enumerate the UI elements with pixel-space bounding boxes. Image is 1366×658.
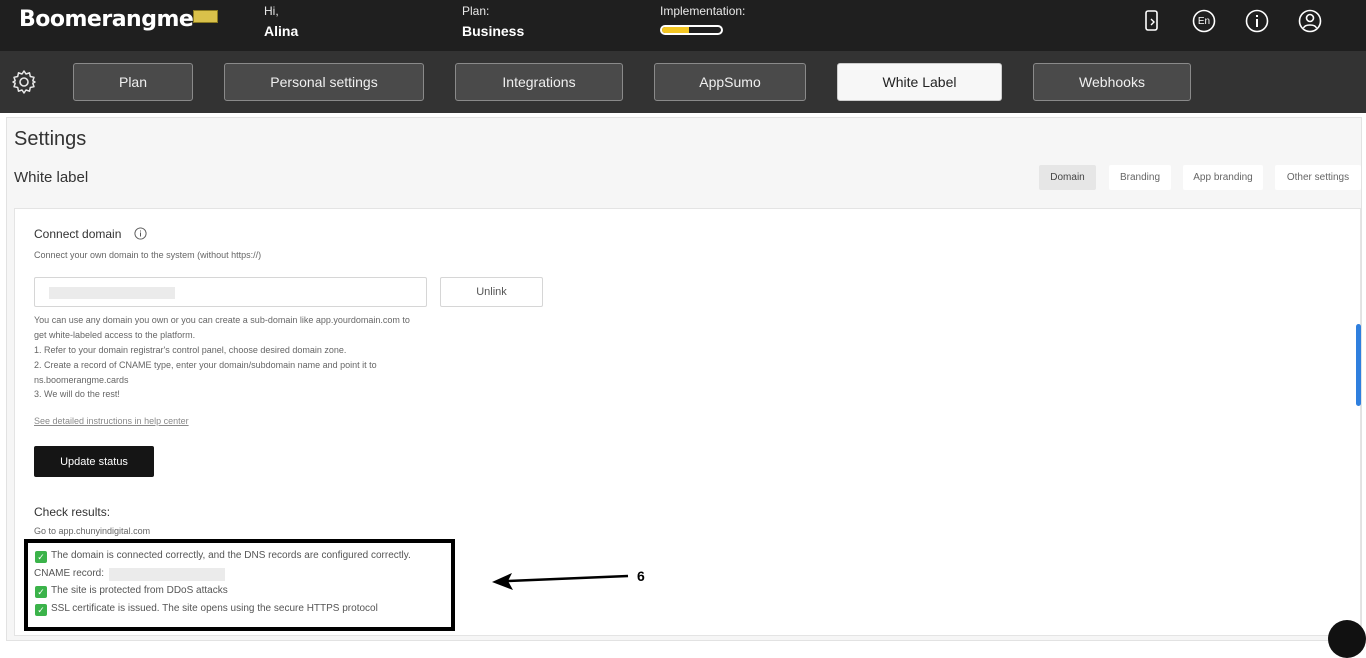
help-line-2: get white-labeled access to the platform… — [34, 330, 196, 340]
connect-domain-heading: Connect domain — [34, 227, 122, 241]
check-results-heading: Check results: — [34, 505, 111, 519]
tab-webhooks[interactable]: Webhooks — [1033, 63, 1191, 101]
tab-plan[interactable]: Plan — [73, 63, 193, 101]
tab-white-label[interactable]: White Label — [837, 63, 1002, 101]
help-line-6: 3. We will do the rest! — [34, 389, 120, 399]
tab-personal-settings[interactable]: Personal settings — [224, 63, 424, 101]
implementation-progress-fill — [662, 27, 689, 33]
implementation-info[interactable]: Implementation: — [660, 4, 745, 35]
greeting-label: Hi, — [264, 4, 279, 18]
greeting: Hi, Alina — [264, 4, 298, 39]
domain-input[interactable] — [34, 277, 427, 307]
mobile-phone-icon[interactable] — [1140, 9, 1164, 33]
subtab-other-settings[interactable]: Other settings — [1275, 165, 1361, 190]
tab-integrations[interactable]: Integrations — [455, 63, 623, 101]
annotation-number: 6 — [637, 568, 645, 584]
plan-info: Plan: Business — [462, 4, 524, 39]
user-name: Alina — [264, 23, 299, 39]
info-icon[interactable] — [1245, 9, 1269, 33]
connect-domain-subheading: Connect your own domain to the system (w… — [34, 250, 262, 260]
plan-label: Plan: — [462, 4, 490, 18]
logo-badge-icon — [193, 10, 218, 23]
help-line-1: You can use any domain you own or you ca… — [34, 315, 410, 325]
settings-nav-bar: Plan Personal settings Integrations AppS… — [0, 51, 1366, 113]
goto-domain-text: Go to app.chunyindigital.com — [34, 526, 151, 536]
chat-widget-icon[interactable] — [1328, 620, 1366, 658]
user-profile-icon[interactable] — [1298, 9, 1322, 33]
language-label: En — [1197, 15, 1211, 27]
subtab-domain[interactable]: Domain — [1039, 165, 1096, 190]
scrollbar-thumb[interactable] — [1356, 324, 1361, 406]
subtab-branding[interactable]: Branding — [1109, 165, 1171, 190]
redacted-domain-value — [49, 287, 175, 299]
help-line-3: 1. Refer to your domain registrar's cont… — [34, 345, 347, 355]
gear-icon[interactable] — [11, 69, 37, 95]
info-circle-icon[interactable] — [134, 227, 147, 240]
help-line-4: 2. Create a record of CNAME type, enter … — [34, 360, 377, 370]
language-selector[interactable]: En — [1192, 9, 1216, 33]
implementation-label: Implementation: — [660, 4, 746, 18]
subtab-app-branding[interactable]: App branding — [1183, 165, 1263, 190]
tab-appsumo[interactable]: AppSumo — [654, 63, 806, 101]
implementation-progress-bar[interactable] — [660, 25, 723, 35]
logo[interactable]: Boomerangme — [19, 7, 194, 32]
annotation-arrow-icon — [492, 573, 629, 590]
help-line-5: ns.boomerangme.cards — [34, 375, 129, 385]
update-status-button[interactable]: Update status — [34, 446, 154, 477]
help-center-link[interactable]: See detailed instructions in help center — [34, 414, 189, 429]
plan-value: Business — [462, 23, 525, 39]
unlink-button[interactable]: Unlink — [440, 277, 543, 307]
section-title: White label — [14, 169, 89, 186]
page-title: Settings — [14, 128, 87, 150]
top-bar: Boomerangme Hi, Alina Plan: Business Imp… — [0, 0, 1366, 51]
annotation-highlight-box — [24, 539, 455, 631]
